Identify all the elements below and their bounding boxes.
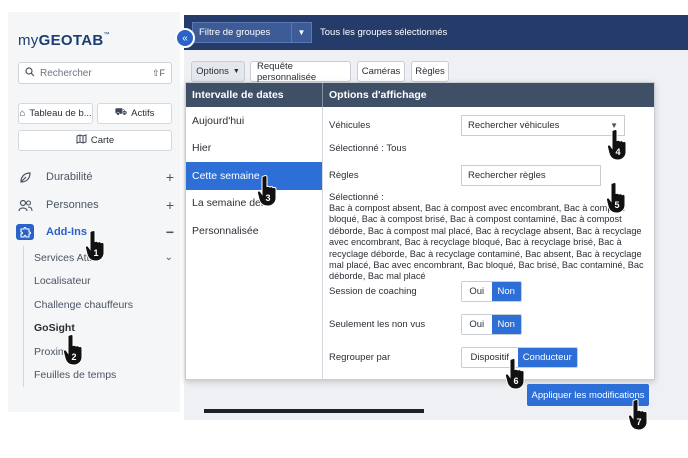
collapse-add-ins-icon[interactable]: − — [166, 224, 174, 240]
home-icon: ⌂ — [19, 108, 26, 119]
header-divider — [322, 83, 323, 107]
coaching-label: Session de coaching — [329, 286, 417, 297]
vehicles-label: Véhicules — [329, 120, 371, 131]
truck-icon: ⛟ — [114, 107, 128, 118]
double-chevron-left-icon: « — [182, 32, 188, 44]
hand-pointer-icon: 1 — [84, 229, 108, 263]
hand-pointer-icon: 2 — [62, 333, 86, 367]
search-input[interactable]: Rechercher ⇧F — [18, 62, 172, 84]
footer-divider — [186, 379, 654, 380]
leaf-icon — [16, 169, 34, 185]
background-strip — [204, 409, 424, 413]
panel-header: Intervalle de dates Options d'affichage — [186, 83, 654, 107]
column-divider — [322, 107, 323, 381]
marker-number: 5 — [614, 200, 620, 210]
add-ins-submenu: Services Attr ⌄ Localisateur Challenge c… — [23, 246, 173, 387]
group-status-text: Tous les groupes sélectionnés — [320, 27, 448, 38]
marker-number: 3 — [265, 193, 271, 203]
submenu-item-feuilles[interactable]: Feuilles de temps — [34, 364, 173, 388]
map-icon — [76, 134, 87, 147]
display-options-header: Options d'affichage — [329, 89, 427, 101]
vehicles-search-input[interactable]: Rechercher véhicules ▼ — [461, 115, 625, 136]
map-button[interactable]: Carte — [18, 130, 172, 151]
marker-number: 1 — [93, 248, 99, 258]
marker-number: 2 — [71, 352, 77, 362]
mygeotab-logo[interactable]: myGEOTAB™ — [18, 32, 110, 49]
puzzle-icon — [16, 224, 34, 240]
hand-pointer-icon: 7 — [627, 398, 651, 432]
search-icon — [25, 66, 35, 80]
group-filter-select[interactable]: Filtre de groupes ▼ — [192, 22, 312, 43]
date-range-list: Aujourd'hui Hier Cette semaine La semain… — [186, 107, 322, 245]
assets-button[interactable]: ⛟ Actifs — [97, 103, 172, 124]
rules-selected-list: Bac à compost absent, Bac à compost avec… — [329, 203, 644, 282]
expand-personnes-icon[interactable]: + — [166, 197, 174, 213]
rules-label: Règles — [329, 170, 359, 181]
submenu-item-gosight[interactable]: GoSight — [34, 317, 173, 341]
unseen-only-label: Seulement les non vus — [329, 319, 426, 330]
search-shortcut: ⇧F — [151, 67, 165, 78]
options-button[interactable]: Options ▼ — [191, 61, 245, 82]
search-placeholder: Rechercher — [40, 67, 92, 79]
submenu-item-proxim[interactable]: Proxim — [34, 340, 173, 364]
dashboard-button[interactable]: ⌂ Tableau de b... — [18, 103, 93, 124]
options-panel: Intervalle de dates Options d'affichage … — [185, 82, 655, 381]
people-icon — [16, 197, 34, 213]
marker-number: 7 — [636, 417, 642, 427]
sidebar: myGEOTAB™ Rechercher ⇧F ⌂ Tableau de b..… — [8, 12, 180, 412]
rules-selected-label: Sélectionné : — [329, 192, 384, 203]
submenu-item-localisateur[interactable]: Localisateur — [34, 270, 173, 294]
hand-pointer-icon: 6 — [504, 357, 528, 391]
date-option-today[interactable]: Aujourd'hui — [186, 107, 322, 135]
unseen-only-toggle: Oui Non — [461, 314, 522, 335]
collapse-sidebar-button[interactable]: « — [175, 28, 195, 48]
marker-number: 6 — [513, 376, 519, 386]
date-option-last-week[interactable]: La semaine der — [186, 190, 322, 218]
vehicles-selected: Sélectionné : Tous — [329, 143, 407, 154]
date-range-header: Intervalle de dates — [192, 89, 284, 101]
expand-durabilite-icon[interactable]: + — [166, 169, 174, 185]
group-by-label: Regrouper par — [329, 352, 391, 363]
coaching-toggle: Oui Non — [461, 281, 522, 302]
cameras-button[interactable]: Caméras — [357, 61, 405, 82]
hand-pointer-icon: 3 — [256, 174, 280, 208]
submenu-item-challenge[interactable]: Challenge chauffeurs — [34, 293, 173, 317]
chevron-down-icon: ⌄ — [164, 252, 173, 264]
date-option-this-week[interactable]: Cette semaine — [186, 162, 322, 190]
rules-search-input[interactable]: Rechercher règles — [461, 165, 601, 186]
marker-number: 4 — [615, 147, 621, 157]
caret-down-icon: ▼ — [291, 23, 311, 42]
rules-button[interactable]: Règles — [411, 61, 449, 82]
caret-down-icon: ▼ — [232, 68, 240, 75]
unseen-yes-option[interactable]: Oui — [462, 315, 492, 334]
unseen-no-option[interactable]: Non — [491, 315, 521, 334]
custom-query-button[interactable]: Requête personnalisée — [250, 61, 351, 83]
coaching-yes-option[interactable]: Oui — [462, 282, 492, 301]
nav-personnes[interactable]: Personnes + — [16, 195, 174, 215]
date-option-yesterday[interactable]: Hier — [186, 135, 322, 163]
hand-pointer-icon: 5 — [605, 181, 629, 215]
nav-durabilite[interactable]: Durabilité + — [16, 167, 174, 187]
hand-pointer-icon: 4 — [606, 128, 630, 162]
coaching-no-option[interactable]: Non — [491, 282, 521, 301]
date-option-custom[interactable]: Personnalisée — [186, 217, 322, 245]
top-bar: Filtre de groupes ▼ Tous les groupes sél… — [184, 15, 688, 50]
